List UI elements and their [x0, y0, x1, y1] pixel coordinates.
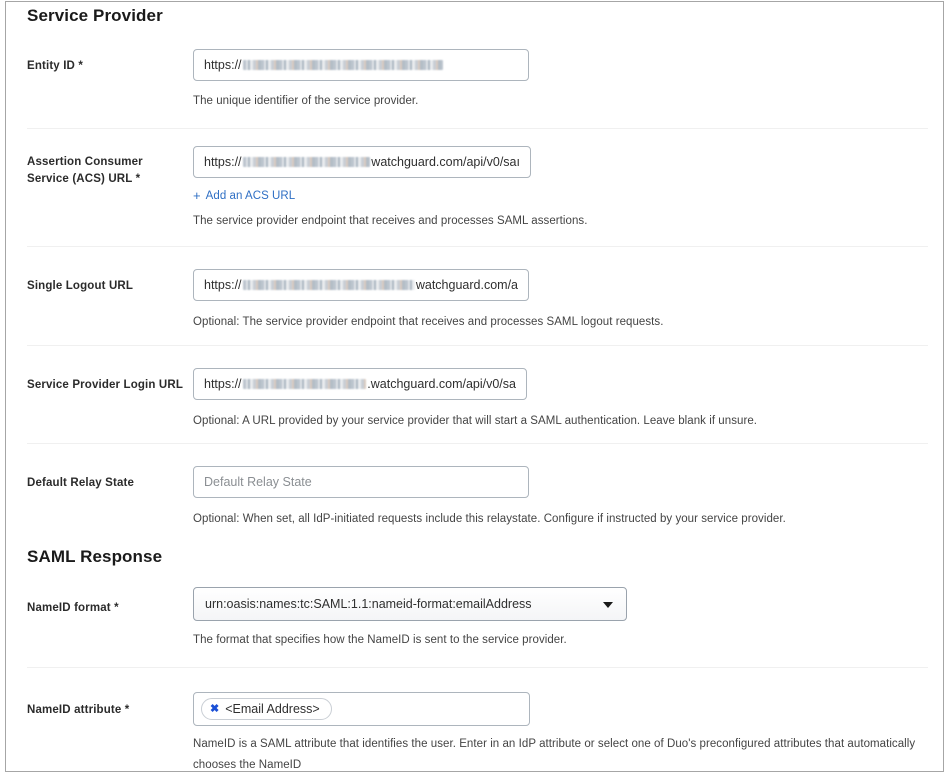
- entity-id-value-prefix: https://: [204, 58, 242, 72]
- sp-login-url-value-prefix: https://: [204, 377, 242, 391]
- nameid-attribute-chip-label: <Email Address>: [225, 702, 320, 716]
- nameid-format-selected-value: urn:oasis:names:tc:SAML:1.1:nameid-forma…: [205, 597, 532, 611]
- single-logout-url-value-suffix: watchguard.com/a: [415, 278, 518, 292]
- settings-panel: Service Provider Entity ID * https:// Th…: [5, 1, 944, 772]
- help-entity-id: The unique identifier of the service pro…: [193, 95, 419, 107]
- single-logout-url-input[interactable]: https:// watchguard.com/a: [193, 269, 529, 301]
- plus-icon: +: [193, 188, 201, 203]
- acs-url-input[interactable]: https:// watchguard.com/api/v0/saı: [193, 146, 531, 178]
- add-acs-url-link[interactable]: + Add an ACS URL: [193, 189, 295, 202]
- help-nameid-attribute-line1: NameID is a SAML attribute that identifi…: [193, 738, 916, 771]
- help-nameid-attribute: NameID is a SAML attribute that identifi…: [193, 734, 935, 771]
- default-relay-state-input[interactable]: Default Relay State: [193, 466, 529, 498]
- close-icon[interactable]: ✖: [210, 703, 219, 715]
- row-divider: [27, 443, 928, 444]
- help-acs-url: The service provider endpoint that recei…: [193, 215, 588, 227]
- row-divider: [27, 667, 928, 668]
- redacted-value: [242, 280, 415, 290]
- redacted-value: [242, 60, 443, 70]
- section-heading-saml-response: SAML Response: [27, 547, 163, 566]
- label-nameid-format: NameID format *: [27, 602, 119, 614]
- label-acs-url: Assertion Consumer Service (ACS) URL *: [27, 154, 192, 188]
- row-divider: [27, 246, 928, 247]
- sp-login-url-value-suffix: .watchguard.com/api/v0/sa: [367, 377, 516, 391]
- help-nameid-format: The format that specifies how the NameID…: [193, 634, 567, 646]
- nameid-format-select[interactable]: urn:oasis:names:tc:SAML:1.1:nameid-forma…: [193, 587, 627, 621]
- redacted-value: [242, 157, 371, 167]
- acs-url-value-suffix: watchguard.com/api/v0/saı: [371, 155, 520, 169]
- add-acs-url-label: Add an ACS URL: [205, 189, 296, 202]
- label-acs-url-line2: Service (ACS) URL *: [27, 173, 141, 185]
- label-entity-id: Entity ID *: [27, 60, 83, 72]
- nameid-attribute-input[interactable]: ✖ <Email Address>: [193, 692, 530, 726]
- sp-login-url-input[interactable]: https:// .watchguard.com/api/v0/sa: [193, 368, 527, 400]
- row-divider: [27, 345, 928, 346]
- label-nameid-attribute: NameID attribute *: [27, 704, 130, 716]
- help-single-logout-url: Optional: The service provider endpoint …: [193, 316, 664, 328]
- section-heading-service-provider: Service Provider: [27, 6, 163, 25]
- nameid-attribute-chip[interactable]: ✖ <Email Address>: [201, 698, 332, 720]
- label-acs-url-line1: Assertion Consumer: [27, 156, 143, 168]
- redacted-value: [242, 379, 367, 389]
- row-divider: [27, 128, 928, 129]
- label-default-relay-state: Default Relay State: [27, 477, 135, 489]
- single-logout-url-value-prefix: https://: [204, 278, 242, 292]
- help-default-relay-state: Optional: When set, all IdP-initiated re…: [193, 513, 786, 525]
- acs-url-value-prefix: https://: [204, 155, 242, 169]
- label-sp-login-url: Service Provider Login URL: [27, 379, 183, 391]
- label-single-logout-url: Single Logout URL: [27, 280, 134, 292]
- entity-id-input[interactable]: https://: [193, 49, 529, 81]
- chevron-down-icon: [603, 602, 613, 608]
- help-sp-login-url: Optional: A URL provided by your service…: [193, 415, 758, 427]
